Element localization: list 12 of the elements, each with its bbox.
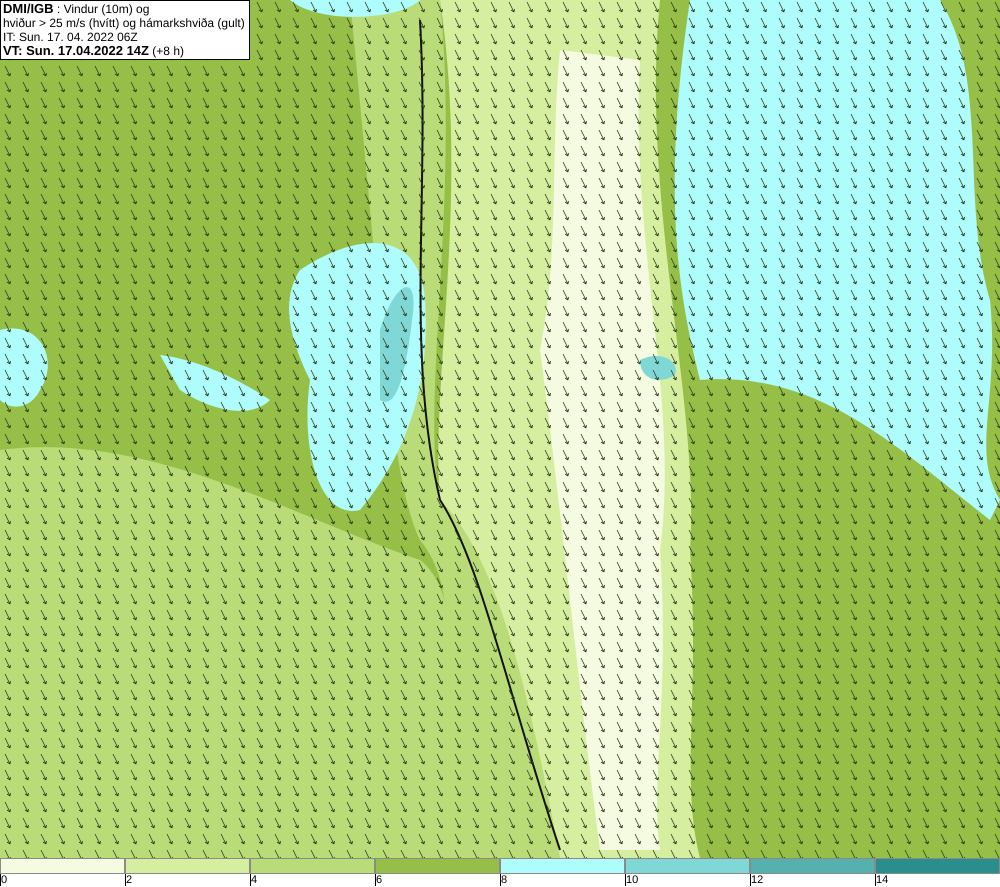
legend-label: 14: [875, 874, 888, 886]
legend-label: 2: [125, 874, 132, 886]
legend-label: 6: [375, 874, 382, 886]
legend-label: 8: [500, 874, 508, 886]
legend-label: 0: [0, 874, 8, 886]
info-text: VT: Sun. 17.04.2022 14Z (+8 h): [3, 44, 185, 58]
legend-label: 4: [250, 874, 258, 886]
info-text: hviður > 25 m/s (hvítt) og hámarkshviða (gult): [3, 16, 245, 30]
legend-label: 12: [750, 874, 764, 886]
info-text: IT: Sun. 17. 04. 2022 06Z: [3, 30, 139, 44]
legend-label: 10: [625, 874, 638, 886]
info-text: DMI/IGB : Vindur (10m) og: [3, 2, 150, 16]
